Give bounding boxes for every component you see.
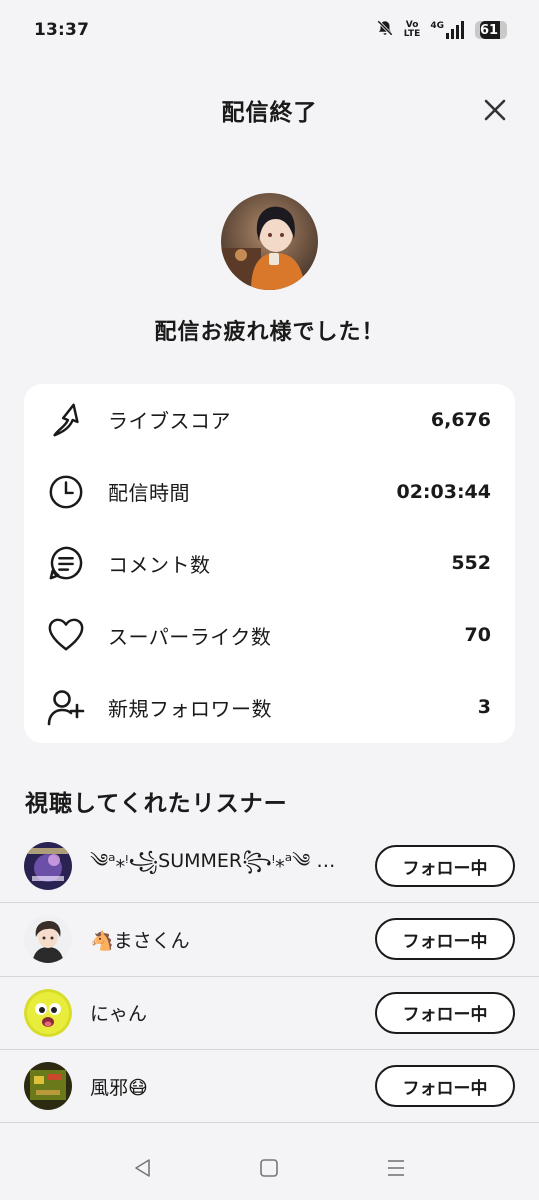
stat-value: 70 bbox=[464, 624, 491, 647]
comment-icon bbox=[46, 543, 86, 583]
close-icon bbox=[484, 99, 506, 121]
avatar bbox=[24, 842, 72, 891]
host-avatar bbox=[221, 193, 318, 290]
avatar bbox=[24, 1062, 72, 1111]
battery-label: 61 bbox=[480, 22, 499, 38]
system-nav-bar bbox=[0, 1136, 539, 1200]
stat-row-new-followers: 新規フォロワー数 3 bbox=[46, 671, 491, 743]
following-button[interactable]: フォロー中 bbox=[375, 845, 515, 888]
home-button[interactable] bbox=[249, 1148, 289, 1188]
volte-bottom-label: LTE bbox=[403, 29, 421, 39]
stat-row-super-likes: スーパーライク数 70 bbox=[46, 599, 491, 671]
page-title: 配信終了 bbox=[221, 100, 318, 126]
add-user-icon bbox=[46, 687, 86, 727]
heart-icon bbox=[46, 615, 86, 655]
headline: 配信お疲れ様でした！ bbox=[154, 320, 385, 345]
stat-row-stream-time: 配信時間 02:03:44 bbox=[46, 456, 491, 528]
listener-name: にゃん bbox=[90, 1003, 148, 1026]
home-square-icon bbox=[260, 1159, 279, 1177]
signal-icon: 4G bbox=[430, 21, 465, 39]
network-label: 4G bbox=[430, 21, 444, 31]
stat-value: 552 bbox=[451, 552, 491, 575]
close-button[interactable] bbox=[479, 94, 511, 126]
back-button[interactable] bbox=[123, 1148, 163, 1188]
battery-icon: 61 bbox=[475, 21, 507, 39]
stat-value: 02:03:44 bbox=[396, 480, 491, 503]
volte-indicator: Vo LTE bbox=[404, 21, 421, 39]
listener-name: ༄ᵃ⁎ᵎ꧁SUMMER꧂ᵎ⁎ᵃ༄ 🎙️1... bbox=[90, 850, 371, 873]
stat-label: スーパーライク数 bbox=[108, 624, 272, 649]
score-arrow-icon bbox=[46, 400, 86, 440]
stat-row-live-score: ライブスコア 6,676 bbox=[46, 384, 491, 456]
stat-value: 3 bbox=[477, 696, 491, 719]
clock-icon bbox=[46, 472, 86, 512]
list-item[interactable]: ༄ᵃ⁎ᵎ꧁SUMMER꧂ᵎ⁎ᵃ༄ 🎙️1... フォロー中 bbox=[0, 830, 539, 904]
listener-name: 風邪😷 bbox=[90, 1076, 148, 1099]
header: 配信終了 bbox=[0, 80, 539, 140]
following-button[interactable]: フォロー中 bbox=[375, 918, 515, 961]
listener-list: ༄ᵃ⁎ᵎ꧁SUMMER꧂ᵎ⁎ᵃ༄ 🎙️1... フォロー中 🐴まさくん フォロー… bbox=[0, 830, 539, 1124]
following-button[interactable]: フォロー中 bbox=[375, 1065, 515, 1108]
list-item[interactable]: にゃん フォロー中 bbox=[0, 977, 539, 1050]
avatar bbox=[24, 988, 72, 1037]
stat-label: ライブスコア bbox=[108, 409, 231, 434]
listeners-section-title: 視聴してくれたリスナー bbox=[25, 791, 288, 817]
mute-icon bbox=[376, 19, 394, 41]
stat-row-comments: コメント数 552 bbox=[46, 528, 491, 600]
recents-button[interactable] bbox=[376, 1148, 416, 1188]
following-button[interactable]: フォロー中 bbox=[375, 991, 515, 1034]
stat-label: 新規フォロワー数 bbox=[108, 696, 272, 721]
stat-label: 配信時間 bbox=[108, 481, 190, 506]
menu-lines-icon bbox=[387, 1160, 404, 1176]
list-item[interactable]: 🐴まさくん フォロー中 bbox=[0, 903, 539, 977]
list-item[interactable]: 風邪😷 フォロー中 bbox=[0, 1050, 539, 1124]
status-bar: 13:37 Vo LTE 4G 61 bbox=[0, 0, 539, 60]
stat-value: 6,676 bbox=[430, 408, 491, 431]
status-time: 13:37 bbox=[34, 20, 90, 40]
stats-card: ライブスコア 6,676 配信時間 02:03:44 コメント数 552 スーパ… bbox=[24, 384, 515, 743]
stat-label: コメント数 bbox=[108, 552, 211, 577]
avatar bbox=[24, 915, 72, 964]
back-triangle-icon bbox=[135, 1159, 150, 1177]
listener-name: 🐴まさくん bbox=[90, 929, 190, 952]
status-icons: Vo LTE 4G 61 bbox=[376, 19, 507, 41]
